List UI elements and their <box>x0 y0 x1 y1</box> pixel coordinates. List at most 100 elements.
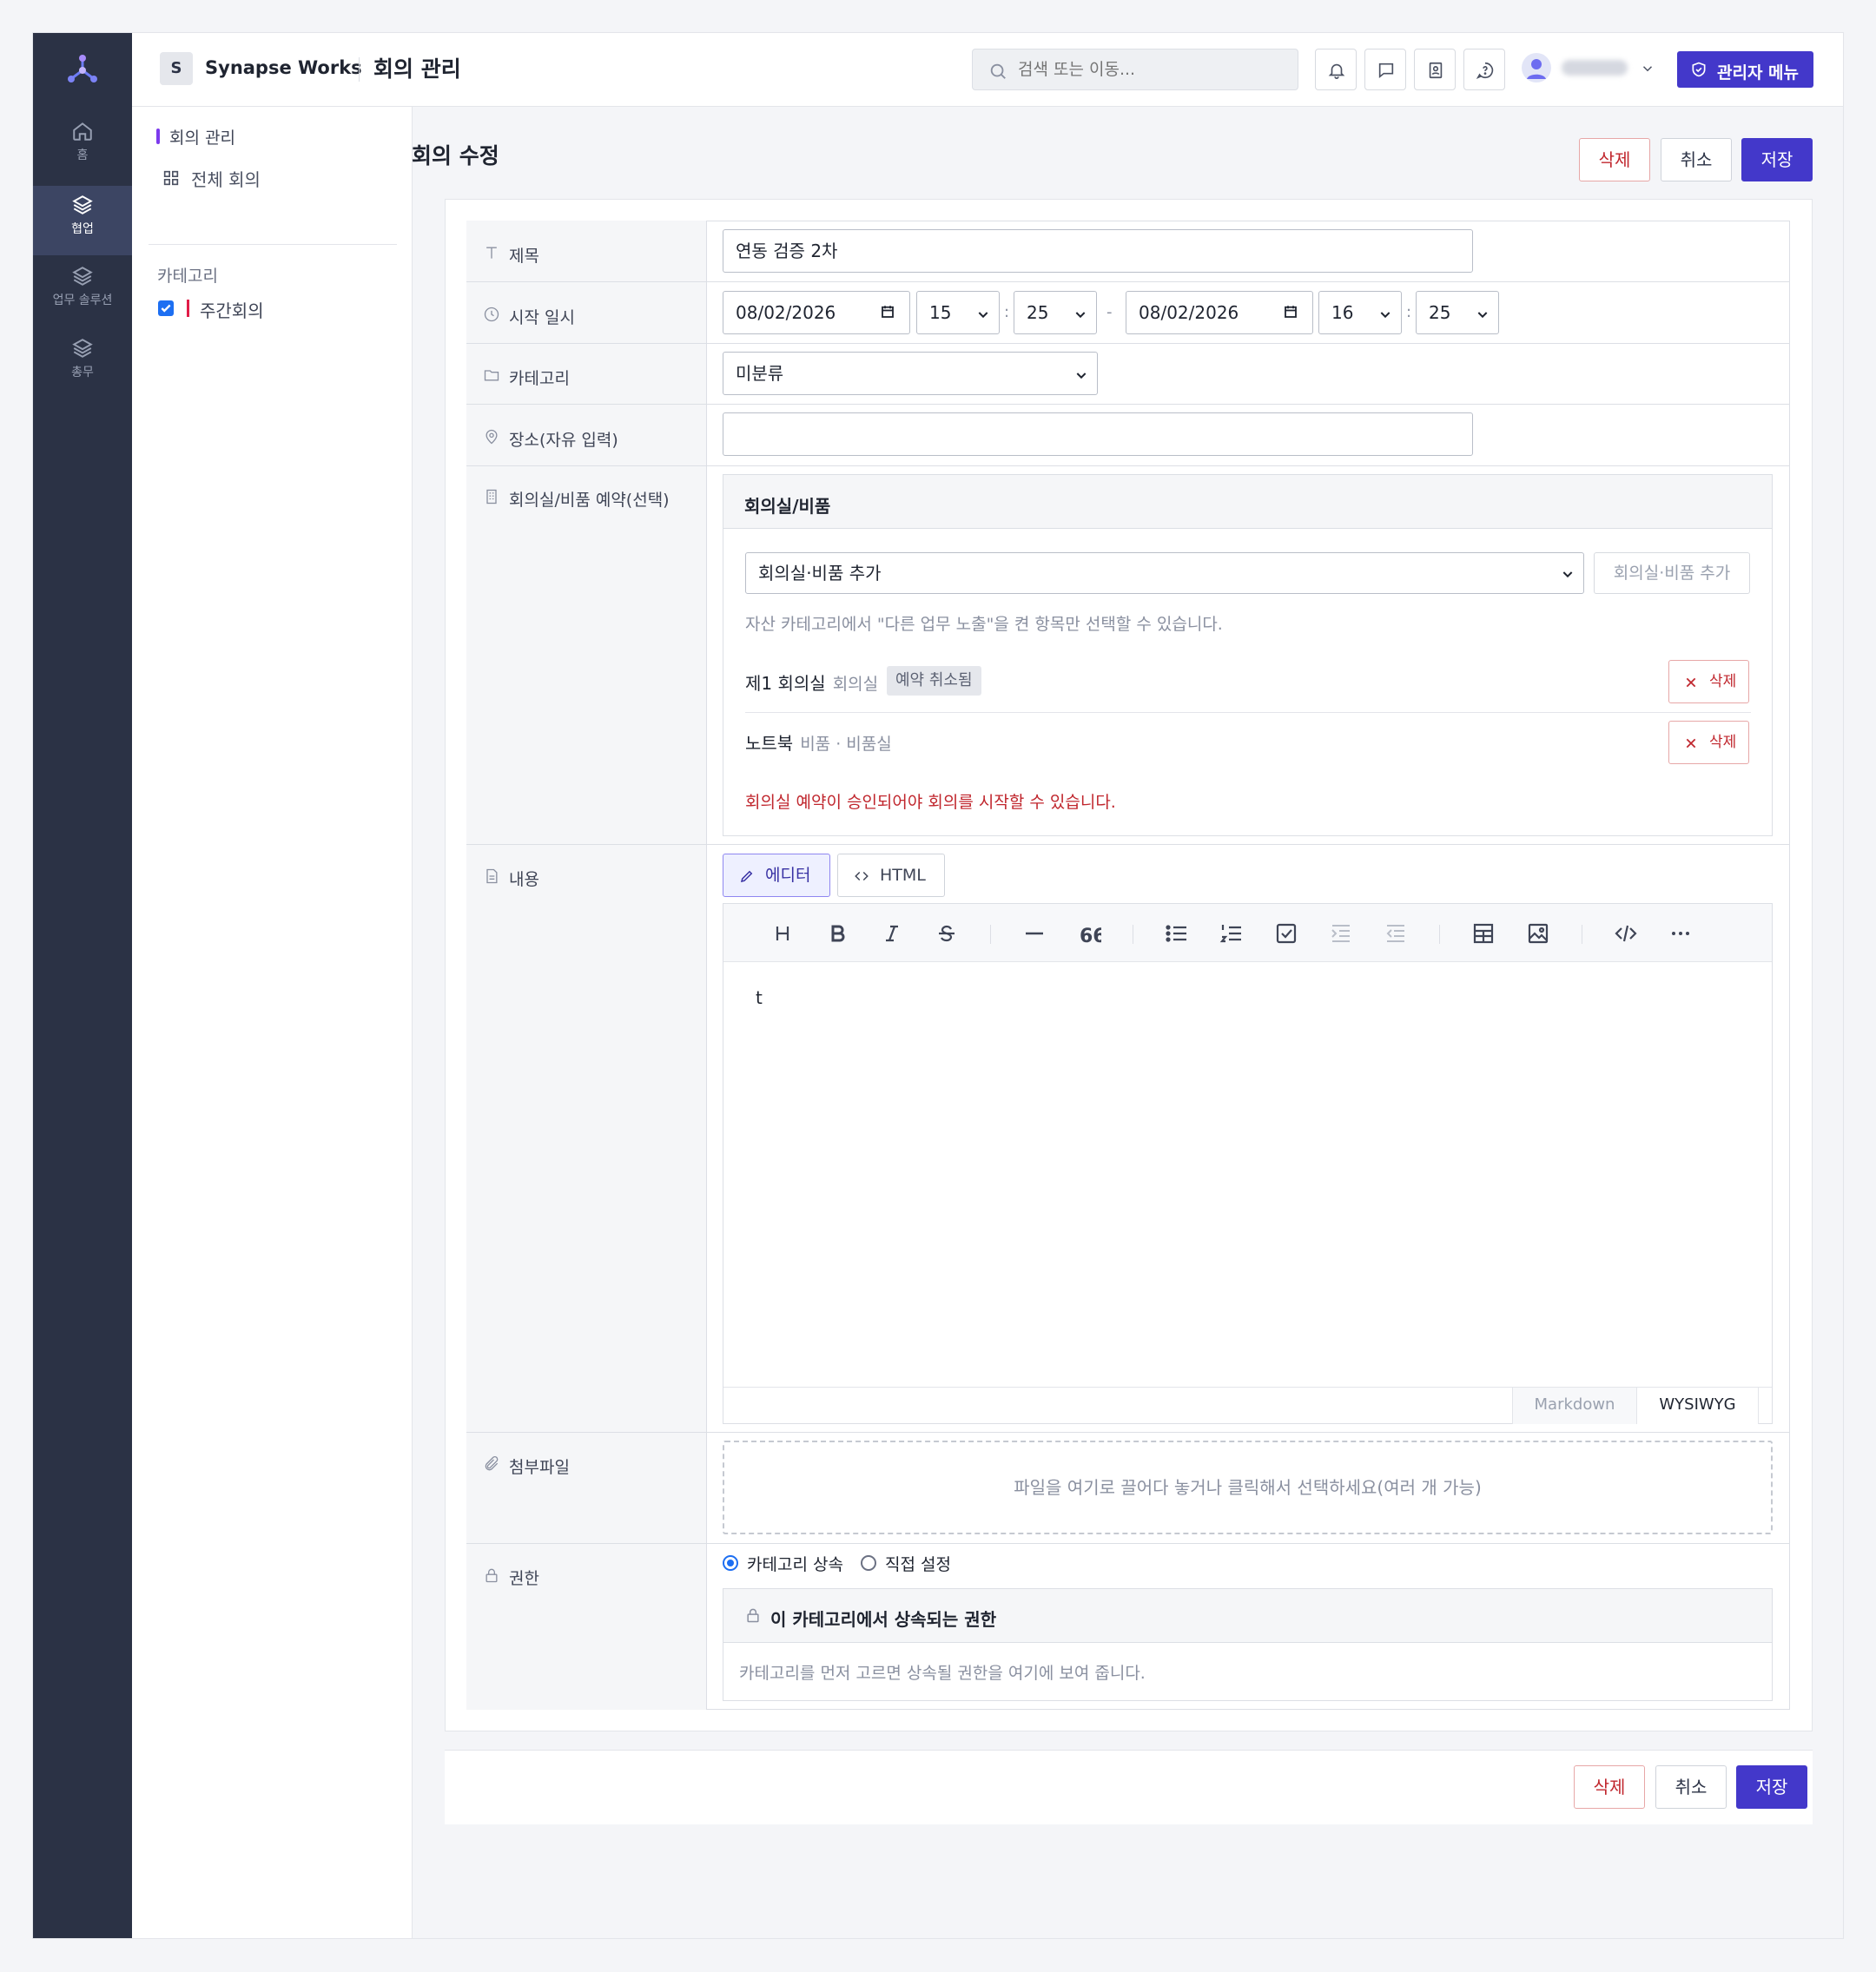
contacts-button[interactable] <box>1414 49 1456 90</box>
save-button[interactable]: 저장 <box>1741 138 1813 181</box>
heading-icon[interactable] <box>770 921 795 946</box>
facility-item-name: 노트북 <box>745 733 794 754</box>
facility-item-delete-button[interactable]: 삭제 <box>1668 660 1749 703</box>
code-block-icon[interactable] <box>1614 921 1638 946</box>
table-icon[interactable] <box>1471 921 1496 946</box>
row-divider <box>466 281 1790 282</box>
shield-icon <box>1692 62 1706 77</box>
save-button-bottom[interactable]: 저장 <box>1736 1765 1807 1809</box>
category-select[interactable]: 미분류 <box>723 352 1098 395</box>
page-title: 회의 수정 <box>412 143 499 168</box>
category-value: 미분류 <box>736 363 784 384</box>
sub-navigation: 회의 관리 전체 회의 카테고리 주간회의 <box>132 107 413 1938</box>
tab-markdown[interactable]: Markdown <box>1512 1388 1636 1424</box>
app-logo-icon[interactable] <box>65 53 100 88</box>
editor-mode-tabs: Markdown WYSIWYG <box>723 1387 1772 1424</box>
facility-item: 제1 회의실 회의실 <box>745 669 878 695</box>
map-pin-icon <box>486 429 498 445</box>
bold-icon[interactable] <box>825 921 849 946</box>
end-minute-value: 25 <box>1429 302 1451 323</box>
calendar-icon[interactable] <box>880 304 895 320</box>
facility-select[interactable]: 회의실·비품 추가 <box>745 552 1584 594</box>
notifications-button[interactable] <box>1315 49 1357 90</box>
cancel-button[interactable]: 취소 <box>1661 138 1732 181</box>
facility-divider <box>745 712 1751 713</box>
html-mode-label: HTML <box>880 866 926 885</box>
header-divider <box>359 57 360 82</box>
more-icon[interactable] <box>1668 921 1693 946</box>
row-divider <box>466 404 1790 405</box>
code-icon <box>855 871 869 881</box>
permission-custom-radio[interactable] <box>861 1555 876 1571</box>
editor-content[interactable]: t <box>756 987 763 1008</box>
permission-custom-label[interactable]: 직접 설정 <box>885 1552 951 1575</box>
grid-icon <box>163 170 179 186</box>
start-minute-select[interactable]: 25 <box>1014 291 1097 334</box>
contact-book-icon <box>1429 62 1443 79</box>
tab-wysiwyg[interactable]: WYSIWYG <box>1636 1388 1759 1424</box>
subnav-section-title[interactable]: 회의 관리 <box>156 125 235 148</box>
chevron-down-icon[interactable] <box>1640 61 1655 76</box>
file-dropzone[interactable]: 파일을 여기로 끌어다 놓거나 클릭해서 선택하세요(여러 개 가능) <box>723 1441 1773 1534</box>
end-minute-select[interactable]: 25 <box>1416 291 1499 334</box>
rail-item-business-solution[interactable]: 업무 솔루션 <box>33 265 132 334</box>
start-date-input[interactable]: 08/02/2026 <box>723 291 910 334</box>
user-name-blurred[interactable] <box>1562 60 1628 76</box>
messages-button[interactable] <box>1364 49 1406 90</box>
hr-icon[interactable] <box>1022 921 1047 946</box>
user-avatar[interactable] <box>1522 53 1551 82</box>
subnav-section-label: 회의 관리 <box>169 129 235 148</box>
app-title: 회의 관리 <box>373 56 461 82</box>
editor-mode-button[interactable]: 에디터 <box>723 854 830 897</box>
outdent-icon[interactable] <box>1384 921 1408 946</box>
bullet-list-icon[interactable] <box>1165 921 1189 946</box>
image-icon[interactable] <box>1526 921 1550 946</box>
close-icon <box>1686 738 1696 749</box>
delete-button[interactable]: 삭제 <box>1579 138 1650 181</box>
start-hour-select[interactable]: 15 <box>916 291 1000 334</box>
task-list-icon[interactable] <box>1274 921 1298 946</box>
place-input[interactable] <box>723 412 1473 456</box>
admin-menu-button[interactable]: 관리자 메뉴 <box>1677 51 1813 88</box>
quote-icon[interactable]: 66 <box>1077 921 1101 946</box>
cancel-button-bottom[interactable]: 취소 <box>1655 1765 1727 1809</box>
help-button[interactable] <box>1463 49 1505 90</box>
facility-item-delete-button[interactable]: 삭제 <box>1668 721 1749 764</box>
facility-item-type: 비품 · 비품실 <box>800 735 892 754</box>
workspace-badge[interactable]: S <box>160 52 193 85</box>
lock-icon <box>747 1608 759 1623</box>
facility-add-button[interactable]: 회의실·비품 추가 <box>1594 552 1750 594</box>
permission-inherit-label[interactable]: 카테고리 상속 <box>747 1552 843 1575</box>
category-label[interactable]: 주간회의 <box>200 297 264 322</box>
title-input[interactable]: 연동 검증 2차 <box>723 229 1473 273</box>
rail-item-collab[interactable]: 협업 <box>33 186 132 255</box>
label-text: 장소(자유 입력) <box>509 431 618 450</box>
rail-item-home[interactable]: 홈 <box>33 120 132 189</box>
label-text: 시작 일시 <box>509 308 575 327</box>
search-input[interactable] <box>1018 49 1287 89</box>
calendar-icon[interactable] <box>1283 304 1298 320</box>
rail-item-label: 총무 <box>71 366 94 379</box>
rail-item-label: 업무 솔루션 <box>52 293 113 307</box>
strikethrough-icon[interactable] <box>935 921 959 946</box>
search-box[interactable] <box>972 49 1298 90</box>
inherited-permission-panel: 이 카테고리에서 상속되는 권한 카테고리를 먼저 고르면 상속될 권한을 여기… <box>723 1588 1773 1701</box>
row-divider <box>466 465 1790 466</box>
chevron-down-icon <box>1380 312 1390 319</box>
ordered-list-icon[interactable] <box>1219 921 1244 946</box>
end-date-input[interactable]: 08/02/2026 <box>1126 291 1313 334</box>
indent-icon[interactable] <box>1329 921 1353 946</box>
category-checkbox[interactable] <box>158 300 174 316</box>
start-hour-value: 15 <box>929 302 952 323</box>
workspace-name[interactable]: Synapse Works <box>205 57 362 78</box>
rail-item-general-affairs[interactable]: 총무 <box>33 337 132 406</box>
permission-inherit-radio[interactable] <box>723 1555 738 1571</box>
delete-button-bottom[interactable]: 삭제 <box>1574 1765 1645 1809</box>
rail-item-label: 협업 <box>71 222 94 236</box>
italic-icon[interactable] <box>880 921 904 946</box>
end-hour-select[interactable]: 16 <box>1318 291 1402 334</box>
end-hour-value: 16 <box>1331 302 1354 323</box>
html-mode-button[interactable]: HTML <box>837 854 945 897</box>
time-separator: : <box>1004 303 1010 321</box>
facility-heading: 회의실/비품 <box>723 475 1772 529</box>
